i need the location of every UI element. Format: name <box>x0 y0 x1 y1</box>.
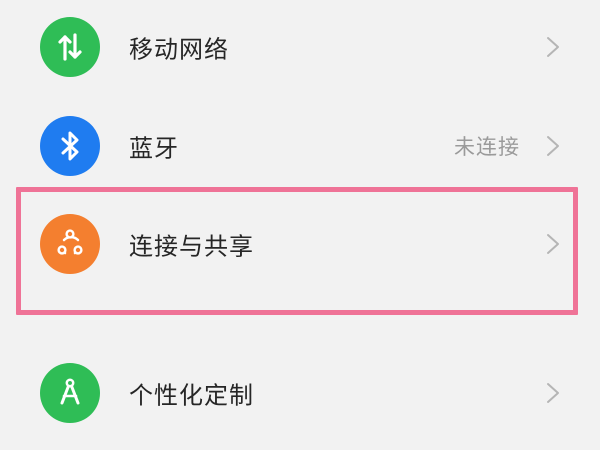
settings-item-label: 移动网络 <box>129 35 229 64</box>
compass-icon <box>40 363 100 423</box>
settings-item-label: 个性化定制 <box>129 381 254 410</box>
chevron-right-icon <box>546 36 560 58</box>
settings-item-label: 蓝牙 <box>129 134 179 163</box>
settings-list: 移动网络 蓝牙 未连接 连接与共享 个性化定制 <box>0 0 600 450</box>
mobile-data-arrows-icon <box>40 17 100 77</box>
highlight-box <box>16 187 578 315</box>
bluetooth-icon <box>40 116 100 176</box>
chevron-right-icon <box>546 382 560 404</box>
settings-item-bluetooth[interactable]: 蓝牙 未连接 <box>0 98 600 194</box>
chevron-right-icon <box>546 135 560 157</box>
settings-item-personalization[interactable]: 个性化定制 <box>0 345 600 441</box>
bluetooth-status: 未连接 <box>454 135 520 159</box>
settings-item-mobile-network[interactable]: 移动网络 <box>0 0 600 96</box>
